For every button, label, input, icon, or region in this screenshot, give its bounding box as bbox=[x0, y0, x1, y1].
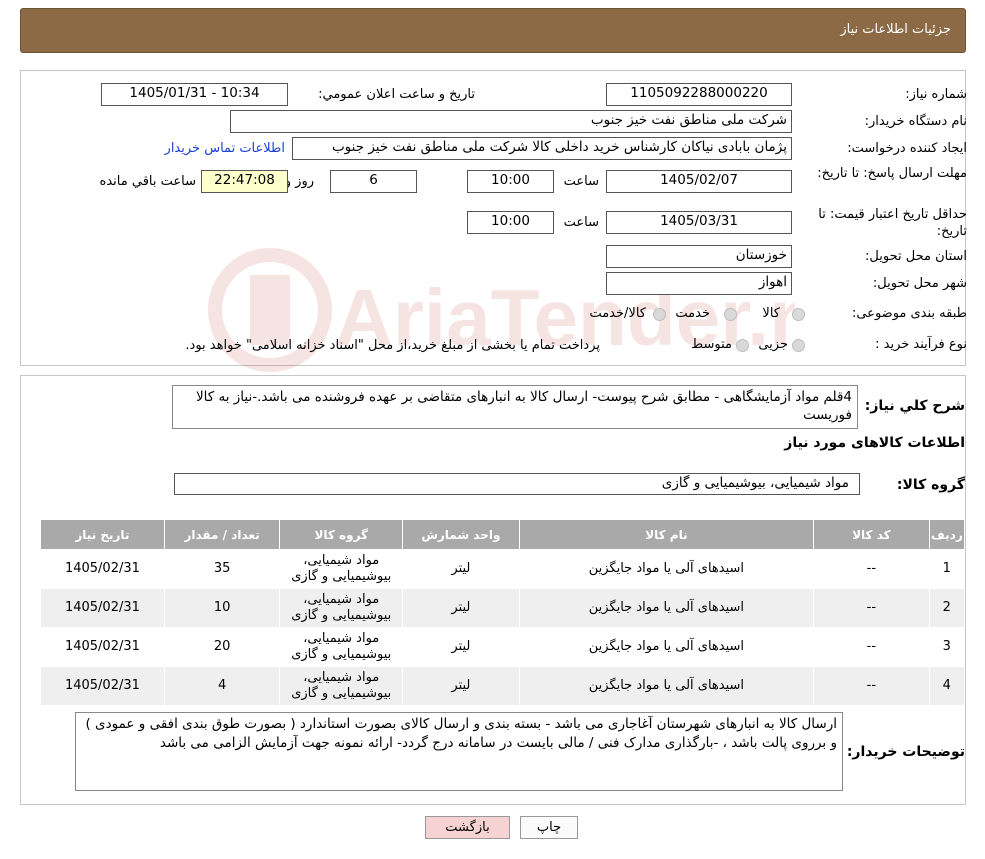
province-field: خوزستان bbox=[606, 245, 792, 268]
city-field: اهواز bbox=[606, 272, 792, 295]
cell-unit: لیتر bbox=[402, 549, 520, 589]
cell-code: -- bbox=[813, 627, 930, 667]
table-row: 3 -- اسیدهای آلی یا مواد جایگزین لیتر مو… bbox=[40, 627, 966, 667]
page-header: جزئیات اطلاعات نیاز bbox=[20, 8, 966, 53]
cell-code: -- bbox=[813, 549, 930, 589]
process-radio-minor[interactable] bbox=[792, 339, 805, 352]
buyer-notes-label: توضیحات خریدار: bbox=[846, 744, 965, 760]
col-unit: واحد شمارش bbox=[402, 519, 520, 550]
cell-row: 1 bbox=[928, 549, 966, 589]
category-radio-service[interactable] bbox=[724, 308, 737, 321]
announce-label: تاریخ و ساعت اعلان عمومي: bbox=[318, 87, 475, 102]
deadline-label: مهلت ارسال پاسخ: تا تاریخ: bbox=[817, 166, 967, 181]
print-button[interactable]: چاپ bbox=[520, 816, 578, 839]
table-header-row: ردیف کد کالا نام کالا واحد شمارش گروه کا… bbox=[40, 519, 966, 550]
cell-group: مواد شیمیایی، بیوشیمیایی و گازی bbox=[279, 627, 404, 667]
cell-qty: 35 bbox=[163, 549, 281, 589]
category-radio-goods-service[interactable] bbox=[653, 308, 666, 321]
validity-time-label: ساعت bbox=[563, 215, 599, 230]
cell-name: اسیدهای آلی یا مواد جایگزین bbox=[518, 549, 815, 589]
contact-buyer-link[interactable]: اطلاعات تماس خریدار bbox=[165, 140, 285, 158]
buyer-org-label: نام دستگاه خریدار: bbox=[864, 114, 967, 129]
cell-qty: 4 bbox=[163, 666, 281, 706]
cell-qty: 20 bbox=[163, 627, 281, 667]
cell-date: 1405/02/31 bbox=[40, 588, 165, 628]
col-code: کد کالا bbox=[813, 519, 930, 550]
requester-field: پژمان بابادی نیاکان کارشناس خرید داخلی ک… bbox=[292, 137, 792, 160]
validity-label: حداقل تاریخ اعتبار قیمت: تا تاریخ: bbox=[818, 207, 967, 239]
days-label: روز و bbox=[284, 174, 314, 189]
city-label: شهر محل تحویل: bbox=[872, 276, 967, 291]
cell-group: مواد شیمیایی، بیوشیمیایی و گازی bbox=[279, 549, 404, 589]
province-label: استان محل تحویل: bbox=[865, 249, 967, 264]
goods-group-field: مواد شیمیایی، بیوشیمیایی و گازی bbox=[174, 473, 860, 495]
page-title: جزئیات اطلاعات نیاز bbox=[840, 22, 951, 37]
category-radio-goods[interactable] bbox=[792, 308, 805, 321]
need-number-label: شماره نیاز: bbox=[905, 87, 967, 102]
cell-row: 3 bbox=[928, 627, 966, 667]
summary-label: شرح کلي نیاز: bbox=[864, 398, 965, 414]
category-option-goods: کالا bbox=[762, 306, 780, 321]
remaining-label: ساعت باقي مانده bbox=[99, 174, 196, 189]
col-group: گروه کالا bbox=[279, 519, 404, 550]
remaining-time-field: 22:47:08 bbox=[201, 170, 288, 193]
col-date: تاریخ نیاز bbox=[40, 519, 165, 550]
deadline-time-field: 10:00 bbox=[467, 170, 554, 193]
col-row: ردیف bbox=[928, 519, 966, 550]
table-row: 4 -- اسیدهای آلی یا مواد جایگزین لیتر مو… bbox=[40, 666, 966, 706]
cell-name: اسیدهای آلی یا مواد جایگزین bbox=[518, 666, 815, 706]
cell-unit: لیتر bbox=[402, 588, 520, 628]
cell-group: مواد شیمیایی، بیوشیمیایی و گازی bbox=[279, 666, 404, 706]
cell-name: اسیدهای آلی یا مواد جایگزین bbox=[518, 588, 815, 628]
process-note: پرداخت تمام یا بخشی از مبلغ خرید،از محل … bbox=[185, 338, 600, 353]
days-field: 6 bbox=[330, 170, 417, 193]
buyer-org-field: شرکت ملی مناطق نفت خیز جنوب bbox=[230, 110, 792, 133]
cell-row: 2 bbox=[928, 588, 966, 628]
cell-code: -- bbox=[813, 588, 930, 628]
category-label: طبقه بندی موضوعی: bbox=[851, 306, 967, 321]
cell-group: مواد شیمیایی، بیوشیمیایی و گازی bbox=[279, 588, 404, 628]
table-row: 1 -- اسیدهای آلی یا مواد جایگزین لیتر مو… bbox=[40, 549, 966, 589]
announce-field: 1405/01/31 - 10:34 bbox=[101, 83, 288, 106]
buyer-notes-text: ارسال کالا به انبارهای شهرستان آغاجاری م… bbox=[75, 712, 843, 791]
process-label: نوع فرآیند خرید : bbox=[875, 337, 967, 352]
cell-qty: 10 bbox=[163, 588, 281, 628]
requester-label: ایجاد کننده درخواست: bbox=[847, 141, 967, 156]
deadline-time-label: ساعت bbox=[563, 174, 599, 189]
cell-unit: لیتر bbox=[402, 666, 520, 706]
col-qty: تعداد / مقدار bbox=[163, 519, 281, 550]
table-row: 2 -- اسیدهای آلی یا مواد جایگزین لیتر مو… bbox=[40, 588, 966, 628]
process-radio-medium[interactable] bbox=[736, 339, 749, 352]
category-option-service: خدمت bbox=[675, 306, 710, 321]
cell-unit: لیتر bbox=[402, 627, 520, 667]
cell-row: 4 bbox=[928, 666, 966, 706]
deadline-date-field: 1405/02/07 bbox=[606, 170, 792, 193]
cell-date: 1405/02/31 bbox=[40, 666, 165, 706]
col-name: نام کالا bbox=[518, 519, 815, 550]
goods-group-label: گروه کالا: bbox=[896, 477, 965, 493]
validity-time-field: 10:00 bbox=[467, 211, 554, 234]
cell-date: 1405/02/31 bbox=[40, 549, 165, 589]
process-option-minor: جزیی bbox=[758, 337, 788, 352]
need-number-field: 1105092288000220 bbox=[606, 83, 792, 106]
summary-text: 4قلم مواد آزمایشگاهی - مطابق شرح پیوست- … bbox=[172, 385, 858, 429]
goods-table: ردیف کد کالا نام کالا واحد شمارش گروه کا… bbox=[40, 519, 966, 706]
cell-code: -- bbox=[813, 666, 930, 706]
category-option-goods-service: کالا/خدمت bbox=[589, 306, 646, 321]
cell-date: 1405/02/31 bbox=[40, 627, 165, 667]
cell-name: اسیدهای آلی یا مواد جایگزین bbox=[518, 627, 815, 667]
back-button[interactable]: بازگشت bbox=[425, 816, 510, 839]
process-option-medium: متوسط bbox=[691, 337, 732, 352]
validity-date-field: 1405/03/31 bbox=[606, 211, 792, 234]
goods-section-title: اطلاعات کالاهای مورد نیاز bbox=[784, 435, 965, 451]
